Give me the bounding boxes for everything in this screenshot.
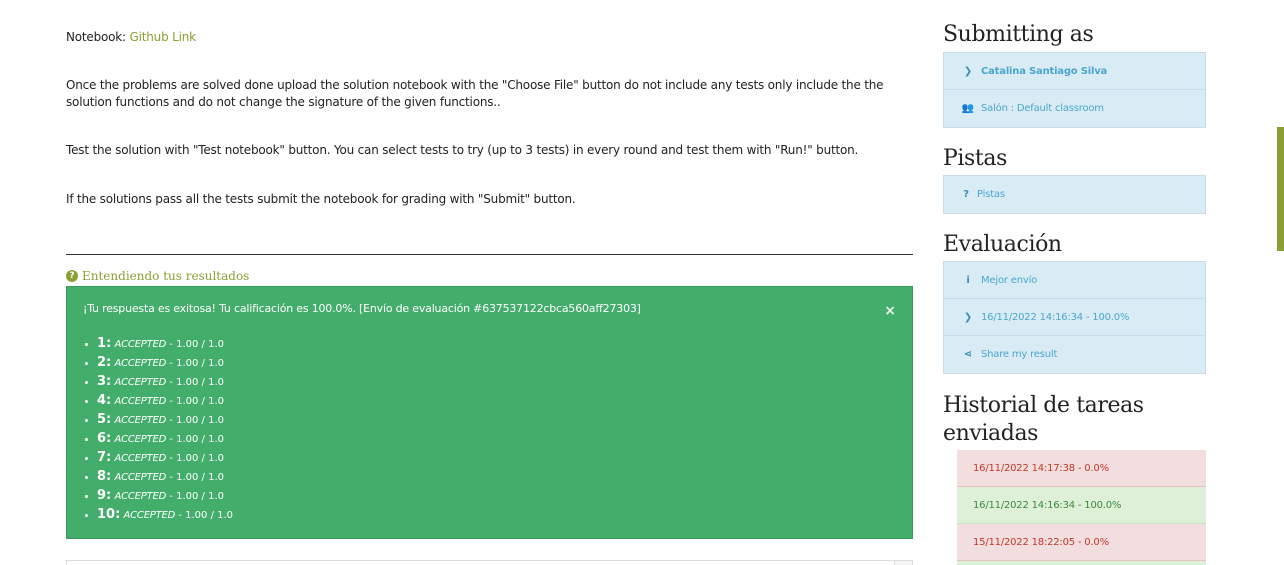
test-results-list: 1: ACCEPTED - 1.00 / 1.0 2: ACCEPTED - 1… (97, 334, 233, 524)
best-result-link[interactable]: ❯ 16/11/2022 14:16:34 - 100.0% (944, 299, 1205, 336)
user-link[interactable]: ❯ Catalina Santiago Silva (944, 53, 1205, 90)
github-link[interactable]: Github Link (130, 30, 197, 44)
notebook-label: Notebook: (66, 30, 130, 44)
hints-link[interactable]: ? Pistas (944, 176, 1205, 213)
understand-results-label: Entendiendo tus resultados (82, 269, 250, 283)
chevron-right-icon: ❯ (963, 65, 973, 77)
test-instructions: Test the solution with "Test notebook" b… (66, 143, 859, 157)
understand-results-link[interactable]: ? Entendiendo tus resultados (66, 269, 249, 283)
history-item[interactable]: 16/11/2022 14:16:34 - 100.0% (957, 487, 1206, 524)
info-icon: i (966, 274, 970, 286)
classroom-link[interactable]: 👥 Salón : Default classroom (944, 90, 1205, 127)
divider (66, 254, 913, 255)
history-title: Historial de tareas enviadas (943, 393, 1144, 446)
classroom-label: Salón : Default classroom (981, 103, 1104, 114)
question-icon: ? (963, 189, 969, 200)
submitting-panel: ❯ Catalina Santiago Silva 👥 Salón : Defa… (943, 52, 1206, 128)
close-icon[interactable]: × (884, 304, 896, 318)
feedback-tab[interactable] (1277, 127, 1284, 251)
list-item: 3: ACCEPTED - 1.00 / 1.0 (97, 372, 233, 391)
best-submission-label: Mejor envío (981, 274, 1038, 286)
list-item: 7: ACCEPTED - 1.00 / 1.0 (97, 448, 233, 467)
chevron-right-icon: ❯ (963, 311, 973, 323)
hints-label: Pistas (977, 189, 1005, 200)
hints-title: Pistas (943, 146, 1007, 171)
next-panel (66, 560, 913, 565)
share-icon: ⋖ (963, 349, 973, 360)
notebook-line: Notebook: Github Link (66, 29, 196, 46)
list-item: 8: ACCEPTED - 1.00 / 1.0 (97, 467, 233, 486)
history-list: 16/11/2022 14:17:38 - 0.0% 16/11/2022 14… (957, 450, 1206, 565)
hints-panel: ? Pistas (943, 175, 1206, 214)
best-submission-link[interactable]: i Mejor envío (944, 262, 1205, 299)
list-item: 9: ACCEPTED - 1.00 / 1.0 (97, 486, 233, 505)
history-item[interactable]: 16/11/2022 14:17:38 - 0.0% (957, 450, 1206, 487)
upload-instructions: Once the problems are solved done upload… (66, 78, 884, 109)
evaluation-title: Evaluación (943, 232, 1062, 257)
list-item: 5: ACCEPTED - 1.00 / 1.0 (97, 410, 233, 429)
share-label: Share my result (981, 349, 1058, 360)
submit-instructions: If the solutions pass all the tests subm… (66, 192, 576, 206)
list-item: 4: ACCEPTED - 1.00 / 1.0 (97, 391, 233, 410)
success-alert: ¡Tu respuesta es exitosa! Tu calificació… (66, 286, 913, 539)
share-result-link[interactable]: ⋖ Share my result (944, 336, 1205, 373)
history-item[interactable]: 15/11/2022 18:22:05 - 0.0% (957, 524, 1206, 561)
users-icon: 👥 (961, 103, 975, 114)
evaluation-panel: i Mejor envío ❯ 16/11/2022 14:16:34 - 10… (943, 261, 1206, 374)
list-item: 6: ACCEPTED - 1.00 / 1.0 (97, 429, 233, 448)
panel-button[interactable] (894, 561, 912, 565)
list-item: 1: ACCEPTED - 1.00 / 1.0 (97, 334, 233, 353)
list-item: 2: ACCEPTED - 1.00 / 1.0 (97, 353, 233, 372)
best-result-label: 16/11/2022 14:16:34 - 100.0% (981, 311, 1130, 323)
submitting-title: Submitting as (943, 22, 1094, 47)
alert-message: ¡Tu respuesta es exitosa! Tu calificació… (83, 302, 641, 315)
history-item[interactable] (957, 561, 1206, 565)
list-item: 10: ACCEPTED - 1.00 / 1.0 (97, 505, 233, 524)
user-name: Catalina Santiago Silva (981, 65, 1108, 77)
question-circle-icon: ? (66, 270, 78, 282)
